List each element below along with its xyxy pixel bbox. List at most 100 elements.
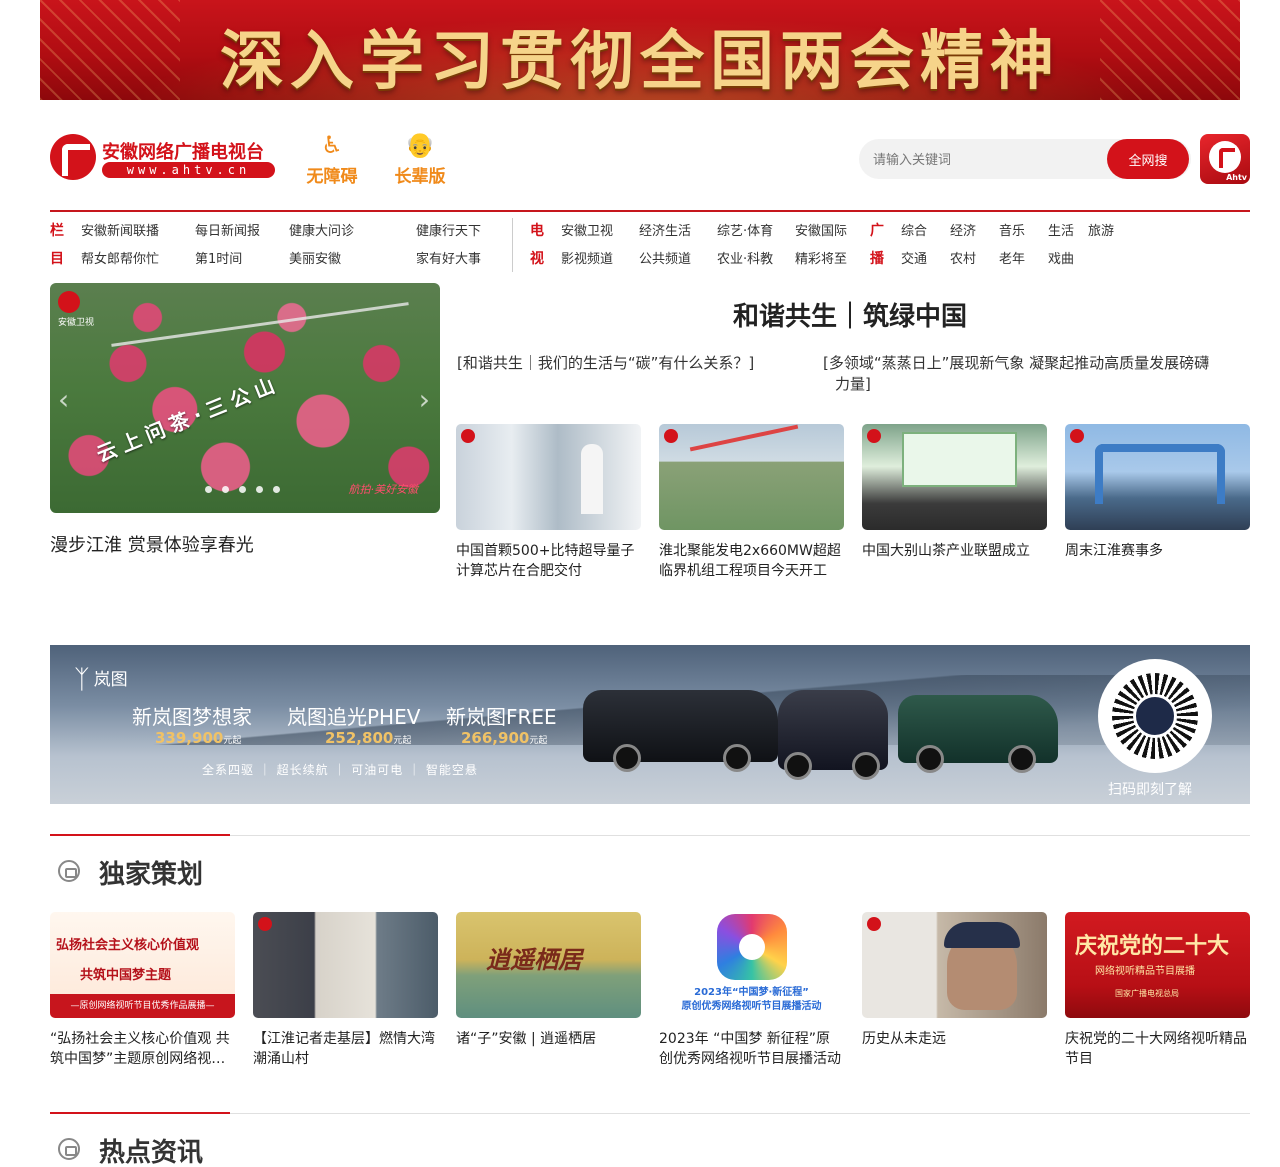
nav-link-radio[interactable]: 戏曲	[1048, 253, 1074, 267]
news-card-image[interactable]	[456, 424, 641, 530]
news-card-caption[interactable]: 中国大别山茶产业联盟成立	[862, 541, 1047, 561]
nav-link-column[interactable]: 家有好大事	[416, 253, 481, 267]
nav-link-radio[interactable]: 农村	[950, 253, 976, 267]
card-image-text: 逍遥栖居	[486, 946, 582, 974]
channel-logo: 安徽卫视	[58, 291, 118, 328]
carousel-dot[interactable]	[239, 486, 246, 493]
ad-features: 全系四驱 ｜ 超长续航 ｜ 可油可电 ｜ 智能空悬	[202, 763, 478, 777]
carousel-dot[interactable]	[205, 486, 212, 493]
nav-link-tv[interactable]: 经济生活	[639, 225, 691, 239]
carousel-dot[interactable]	[256, 486, 263, 493]
carousel-dot[interactable]	[273, 486, 280, 493]
nav-link-column[interactable]: 健康行天下	[416, 225, 481, 239]
nav-link-radio[interactable]: 音乐	[999, 225, 1025, 239]
nav-category-tv: 视	[530, 251, 544, 267]
nav-link-tv[interactable]: 公共频道	[639, 253, 691, 267]
nav-link-radio[interactable]: 旅游	[1088, 225, 1114, 239]
site-logo[interactable]: 安徽网络广播电视台 www.ahtv.cn	[50, 134, 280, 184]
news-card-image[interactable]	[659, 424, 844, 530]
feature-card-image[interactable]: 2023年“中国梦·新征程” 原创优秀网络视听节目展播活动	[659, 912, 844, 1018]
card-image-text: 2023年“中国梦·新征程” 原创优秀网络视听节目展播活动	[659, 986, 844, 1014]
carousel-dot[interactable]	[222, 486, 229, 493]
elder-label: 长辈版	[394, 167, 446, 187]
car-image	[778, 690, 888, 780]
ad-price-value: 339,900	[155, 729, 224, 747]
car-image	[898, 695, 1058, 773]
feature-card-caption[interactable]: “弘扬社会主义核心价值观 共筑中国梦”主题原创网络视听作品展播	[50, 1029, 235, 1069]
news-card-image[interactable]	[862, 424, 1047, 530]
section-bullet-icon	[58, 860, 80, 882]
ad-price-unit: 元起	[393, 736, 412, 746]
nav-link-tv[interactable]: 综艺·体育	[717, 225, 773, 239]
nav-link-radio[interactable]: 老年	[999, 253, 1025, 267]
logo-mark-icon	[50, 134, 96, 180]
headline-sub-link[interactable]: [和谐共生｜我们的生活与“碳”有什么关系？]	[457, 353, 797, 374]
top-banner[interactable]: 深入学习贯彻全国两会精神	[40, 0, 1240, 100]
nav-link-tv[interactable]: 安徽卫视	[561, 225, 613, 239]
nav-link-column[interactable]: 美丽安徽	[289, 253, 341, 267]
feature-card-image[interactable]: 逍遥栖居	[456, 912, 641, 1018]
accessible-mode-button[interactable]: ♿ 无障碍	[300, 132, 364, 188]
ad-price-unit: 元起	[223, 736, 242, 746]
nav-link-radio[interactable]: 综合	[901, 225, 927, 239]
nav-link-radio[interactable]: 经济	[950, 225, 976, 239]
feature-card-caption[interactable]: 2023年 “中国梦 新征程”原创优秀网络视听节目展播活动	[659, 1029, 844, 1069]
nav-link-radio[interactable]: 生活	[1048, 225, 1074, 239]
feature-card-caption[interactable]: 【江淮记者走基层】燃情大湾 潮涌山村	[253, 1029, 438, 1069]
nav-divider	[512, 218, 513, 272]
news-card-caption[interactable]: 淮北聚能发电2x660MW超超临界机组工程项目今天开工	[659, 541, 844, 581]
nav-link-column[interactable]: 安徽新闻联播	[81, 225, 159, 239]
ad-scan-text: 扫码即刻了解	[1108, 782, 1192, 798]
nav-link-column[interactable]: 每日新闻报	[195, 225, 260, 239]
nav-link-tv[interactable]: 影视频道	[561, 253, 613, 267]
nav-link-column[interactable]: 帮女郎帮你忙	[81, 253, 159, 267]
nav-link-tv[interactable]: 精彩将至	[795, 253, 847, 267]
feature-card-image[interactable]: 庆祝党的二十大 网络视听精品节目展播 国家广播电视总局	[1065, 912, 1250, 1018]
feature-card-image[interactable]	[862, 912, 1047, 1018]
news-card-caption[interactable]: 周末江淮赛事多	[1065, 541, 1250, 561]
chevron-right-icon[interactable]: ›	[419, 383, 430, 416]
feature-card-caption[interactable]: 庆祝党的二十大网络视听精品节目	[1065, 1029, 1250, 1069]
nav-link-column[interactable]: 第1时间	[195, 253, 242, 267]
feature-card-caption[interactable]: 诸“子”安徽 | 逍遥栖居	[456, 1029, 641, 1049]
ad-brand-name: 岚图	[93, 670, 128, 690]
carousel-title[interactable]: 漫步江淮 赏景体验享春光	[50, 531, 254, 557]
app-download-icon[interactable]: Ahtv	[1200, 134, 1250, 184]
nav-category-tv: 电	[530, 223, 544, 239]
search-box: 全网搜	[859, 139, 1191, 179]
wheelchair-icon: ♿	[321, 131, 343, 159]
card-image-text: 网络视听精品节目展播	[1095, 966, 1195, 977]
ad-model-name: 新岚图FREE	[446, 705, 557, 729]
feature-card-image[interactable]	[253, 912, 438, 1018]
card-image-text-line: 2023年“中国梦·新征程”	[694, 987, 809, 998]
feature-carousel[interactable]: 安徽卫视 云上问茶·三公山 航拍·美好安徽 ‹ ›	[50, 283, 440, 513]
app-tag: Ahtv	[1226, 173, 1247, 182]
search-button[interactable]: 全网搜	[1107, 139, 1189, 179]
qr-code-icon[interactable]	[1098, 659, 1212, 773]
nav-link-tv[interactable]: 农业·科教	[717, 253, 773, 267]
ad-banner[interactable]: ᛉ 岚图 新岚图梦想家 339,900元起 岚图追光PHEV 252,800元起 …	[50, 645, 1250, 804]
elder-mode-button[interactable]: 👴 长辈版	[388, 132, 452, 188]
search-input[interactable]	[873, 149, 1103, 169]
ad-model-name: 新岚图梦想家	[132, 705, 252, 729]
feature-card-image[interactable]: 弘扬社会主义核心价值观 共筑中国梦主题 —原创网络视听节目优秀作品展播—	[50, 912, 235, 1018]
section-divider	[50, 1113, 1250, 1114]
logo-name: 安徽网络广播电视台	[102, 142, 264, 163]
news-card-caption[interactable]: 中国首颗500+比特超导量子计算芯片在合肥交付	[456, 541, 641, 581]
logo-url: www.ahtv.cn	[102, 162, 275, 178]
feature-card-caption[interactable]: 历史从未走远	[862, 1029, 1047, 1049]
section-bullet-icon	[58, 1138, 80, 1160]
accessible-label: 无障碍	[306, 167, 358, 187]
chevron-left-icon[interactable]: ‹	[58, 383, 69, 416]
section-title: 独家策划	[99, 860, 204, 890]
nav-link-column[interactable]: 健康大问诊	[289, 225, 354, 239]
headline-sub-link[interactable]: [多领域“蒸蒸日上”展现新气象 凝聚起推动高质量发展磅礴 力量]	[823, 353, 1253, 395]
nav-link-tv[interactable]: 安徽国际	[795, 225, 847, 239]
section-accent	[50, 1112, 230, 1114]
headline-title[interactable]: 和谐共生｜筑绿中国	[450, 296, 1250, 333]
brand-logo-icon: ᛉ	[74, 665, 90, 695]
ad-model-name: 岚图追光PHEV	[287, 705, 421, 729]
nav-link-radio[interactable]: 交通	[901, 253, 927, 267]
channel-logo-text: 安徽卫视	[58, 318, 95, 328]
news-card-image[interactable]	[1065, 424, 1250, 530]
